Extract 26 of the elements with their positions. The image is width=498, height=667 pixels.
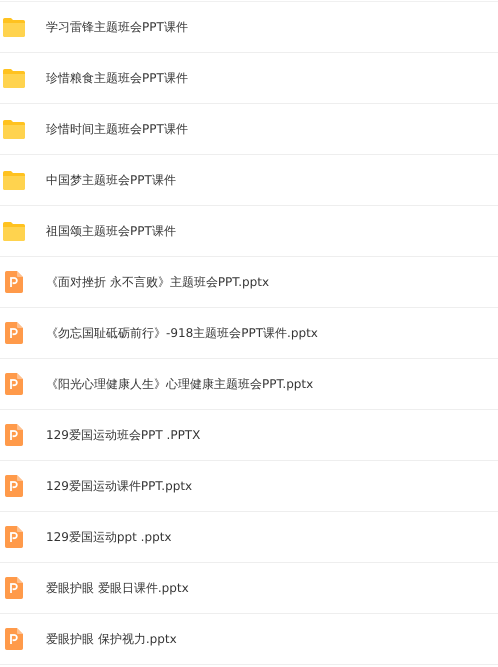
file-name[interactable]: 中国梦主题班会PPT课件 [46, 171, 176, 189]
presentation-file-icon [2, 627, 26, 651]
folder-icon [2, 168, 26, 192]
file-name[interactable]: 129爱国运动课件PPT.pptx [46, 477, 192, 495]
folder-icon [2, 117, 26, 141]
file-name[interactable]: 爱眼护眼 爱眼日课件.pptx [46, 579, 189, 597]
file-name[interactable]: 《面对挫折 永不言败》主题班会PPT.pptx [46, 273, 270, 291]
folder-icon [2, 219, 26, 243]
file-name[interactable]: 爱眼护眼 保护视力.pptx [46, 630, 177, 648]
presentation-file-icon [2, 423, 26, 447]
file-name[interactable]: 珍惜时间主题班会PPT课件 [46, 120, 188, 138]
presentation-file-icon [2, 270, 26, 294]
file-name[interactable]: 《阳光心理健康人生》心理健康主题班会PPT.pptx [46, 375, 314, 393]
file-name[interactable]: 《勿忘国耻砥砺前行》-918主题班会PPT课件.pptx [46, 324, 318, 342]
file-name[interactable]: 学习雷锋主题班会PPT课件 [46, 18, 188, 36]
file-name[interactable]: 珍惜粮食主题班会PPT课件 [46, 69, 188, 87]
presentation-file-icon [2, 525, 26, 549]
folder-icon [2, 15, 26, 39]
file-name[interactable]: 129爱国运动班会PPT .PPTX [46, 426, 200, 444]
file-name[interactable]: 祖国颂主题班会PPT课件 [46, 222, 176, 240]
folder-icon [2, 66, 26, 90]
presentation-file-icon [2, 372, 26, 396]
presentation-file-icon [2, 321, 26, 345]
file-name[interactable]: 129爱国运动ppt .pptx [46, 528, 172, 546]
presentation-file-icon [2, 474, 26, 498]
presentation-file-icon [2, 576, 26, 600]
